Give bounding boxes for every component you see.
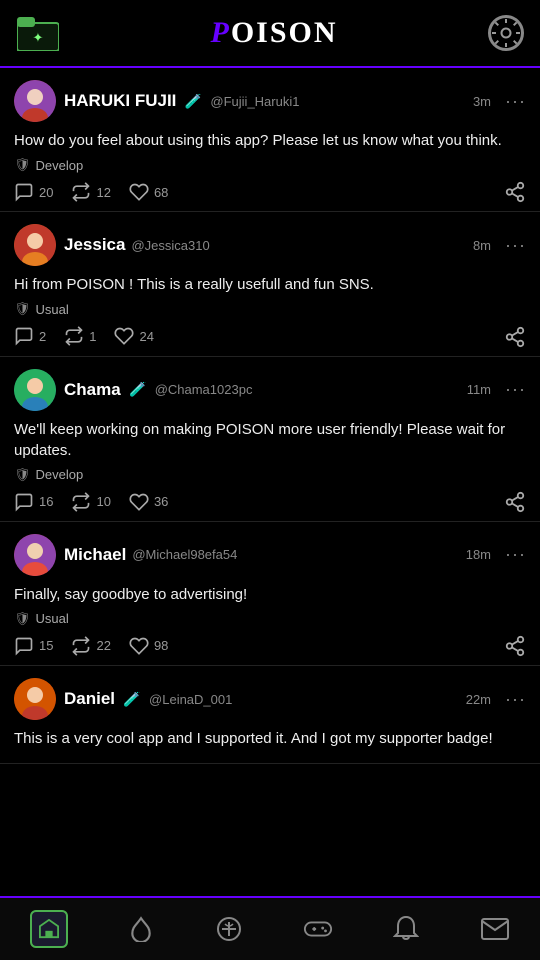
post-badge: 🧪 (121, 688, 143, 710)
post-tag: 🛡 Usual (14, 611, 526, 627)
post-5: Daniel 🧪 @LeinaD_001 22m ··· This is a v… (0, 666, 540, 764)
post-tag: 🛡 Develop (14, 467, 526, 483)
share-btn[interactable] (504, 491, 526, 513)
bottom-navigation (0, 896, 540, 960)
avatar (14, 224, 56, 266)
post-handle: @Fujii_Haruki1 (210, 94, 299, 109)
repost-btn[interactable]: 1 (64, 326, 96, 346)
post-username: HARUKI FUJII (64, 91, 176, 111)
post-tag: 🛡 Usual (14, 301, 526, 317)
post-content: Hi from POISON ! This is a really useful… (14, 274, 526, 295)
avatar (14, 534, 56, 576)
post-handle: @LeinaD_001 (149, 692, 232, 707)
post-actions: 16 10 36 (14, 491, 526, 513)
post-more-btn[interactable]: ··· (505, 689, 526, 710)
repost-btn[interactable]: 22 (71, 636, 110, 656)
post-time: 11m (467, 382, 491, 397)
like-btn[interactable]: 36 (129, 492, 168, 512)
repost-btn[interactable]: 10 (71, 492, 110, 512)
home-icon (30, 910, 68, 948)
post-badge: 🧪 (182, 90, 204, 112)
post-badge: 🧪 (127, 379, 149, 401)
nav-home[interactable] (30, 910, 68, 948)
post-content: We'll keep working on making POISON more… (14, 419, 526, 461)
comment-btn[interactable]: 2 (14, 326, 46, 346)
share-btn[interactable] (504, 325, 526, 347)
post-actions: 20 12 68 (14, 181, 526, 203)
like-btn[interactable]: 68 (129, 182, 168, 202)
folder-logo: ✦ (16, 11, 60, 55)
nav-food[interactable] (215, 915, 243, 943)
app-title: POISON (210, 16, 337, 50)
posts-feed: HARUKI FUJII 🧪 @Fujii_Haruki1 3m ··· How… (0, 68, 540, 834)
like-btn[interactable]: 24 (114, 326, 153, 346)
post-more-btn[interactable]: ··· (505, 379, 526, 400)
svg-text:✦: ✦ (33, 30, 44, 45)
post-more-btn[interactable]: ··· (505, 91, 526, 112)
post-time: 8m (473, 238, 491, 253)
post-time: 18m (466, 547, 491, 562)
post-handle: @Chama1023pc (155, 382, 253, 397)
post-content: Finally, say goodbye to advertising! (14, 584, 526, 605)
post-handle: @Jessica310 (131, 238, 209, 253)
post-time: 3m (473, 94, 491, 109)
post-actions: 15 22 98 (14, 635, 526, 657)
post-actions: 2 1 24 (14, 325, 526, 347)
post-handle: @Michael98efa54 (132, 547, 237, 562)
nav-notifications[interactable] (393, 915, 419, 943)
post-content: How do you feel about using this app? Pl… (14, 130, 526, 151)
app-header: ✦ POISON (0, 0, 540, 68)
comment-btn[interactable]: 20 (14, 182, 53, 202)
share-btn[interactable] (504, 635, 526, 657)
avatar (14, 80, 56, 122)
nav-messages[interactable] (480, 917, 510, 941)
post-more-btn[interactable]: ··· (505, 544, 526, 565)
repost-btn[interactable]: 12 (71, 182, 110, 202)
share-btn[interactable] (504, 181, 526, 203)
settings-icon[interactable] (488, 15, 524, 51)
avatar (14, 369, 56, 411)
nav-game[interactable] (303, 918, 333, 940)
comment-btn[interactable]: 16 (14, 492, 53, 512)
post-username: Chama (64, 380, 121, 400)
nav-trending[interactable] (128, 916, 154, 942)
post-username: Daniel (64, 689, 115, 709)
post-content: This is a very cool app and I supported … (14, 728, 526, 749)
post-3: Chama 🧪 @Chama1023pc 11m ··· We'll keep … (0, 357, 540, 522)
like-btn[interactable]: 98 (129, 636, 168, 656)
post-1: HARUKI FUJII 🧪 @Fujii_Haruki1 3m ··· How… (0, 68, 540, 212)
avatar (14, 678, 56, 720)
post-tag: 🛡 Develop (14, 157, 526, 173)
comment-btn[interactable]: 15 (14, 636, 53, 656)
post-time: 22m (466, 692, 491, 707)
post-2: Jessica @Jessica310 8m ··· Hi from POISO… (0, 212, 540, 356)
post-more-btn[interactable]: ··· (505, 235, 526, 256)
post-4: Michael @Michael98efa54 18m ··· Finally,… (0, 522, 540, 666)
post-username: Jessica (64, 235, 125, 255)
post-username: Michael (64, 545, 126, 565)
